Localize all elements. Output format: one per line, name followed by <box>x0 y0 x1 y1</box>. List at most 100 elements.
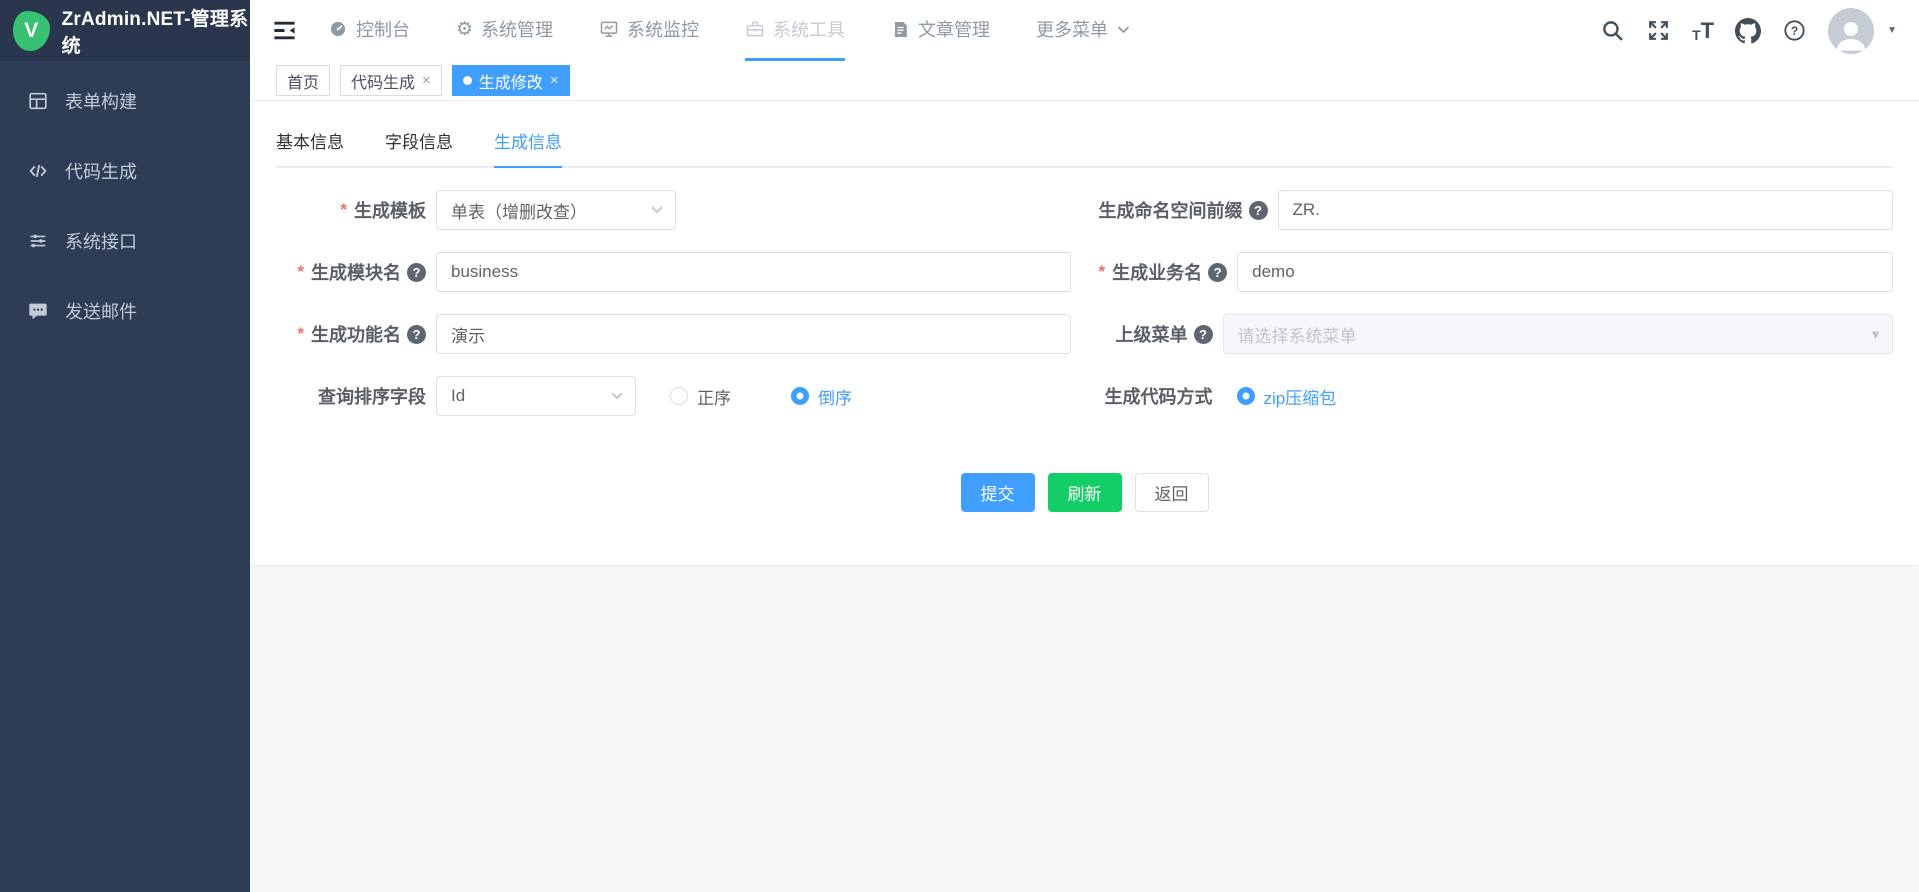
monitor-icon <box>599 19 619 39</box>
sort-field-select[interactable]: Id <box>436 376 636 416</box>
submit-button[interactable]: 提交 <box>961 473 1035 512</box>
back-button[interactable]: 返回 <box>1135 473 1209 512</box>
business-input[interactable] <box>1237 252 1893 292</box>
top-menu-dashboard[interactable]: 控制台 <box>328 0 410 61</box>
sidebar-item-label: 系统接口 <box>65 228 137 254</box>
user-icon <box>1831 14 1871 54</box>
form-item-function: * 生成功能名 ? <box>276 314 1071 354</box>
top-menu-system[interactable]: ⚙ 系统管理 <box>456 0 553 61</box>
form-item-module: * 生成模块名 ? <box>276 252 1071 292</box>
top-menu-monitor[interactable]: 系统监控 <box>599 0 699 61</box>
tag-home[interactable]: 首页 <box>276 65 330 96</box>
radio-circle-icon <box>791 387 809 405</box>
navbar-right-tools: TT ? ▼ <box>1600 0 1919 61</box>
field-label: 上级菜单 ? <box>1099 321 1223 347</box>
top-menu-label: 系统管理 <box>481 16 553 42</box>
app-logo-icon: V <box>13 11 50 51</box>
help-circle-icon[interactable]: ? <box>1208 263 1227 282</box>
content-area: 基本信息 字段信息 生成信息 * 生成模板 单表（增删改查） <box>250 101 1919 892</box>
chevron-down-icon <box>609 388 625 404</box>
top-menu-tools[interactable]: 系统工具 <box>745 0 845 61</box>
dashboard-icon <box>328 19 348 39</box>
app-root: V ZrAdmin.NET-管理系统 表单构建 代码生成 <box>0 0 1919 892</box>
gen-tabs: 基本信息 字段信息 生成信息 <box>276 128 1893 168</box>
sidebar: V ZrAdmin.NET-管理系统 表单构建 代码生成 <box>0 0 250 892</box>
svg-text:?: ? <box>1791 24 1798 38</box>
zip-radio[interactable]: zip压缩包 <box>1237 384 1337 409</box>
close-icon[interactable]: × <box>422 73 431 88</box>
form-buttons: 提交 刷新 返回 <box>276 473 1893 512</box>
chevron-down-icon <box>649 202 665 218</box>
namespace-input[interactable] <box>1278 190 1894 230</box>
top-menu-label: 更多菜单 <box>1036 16 1108 42</box>
top-menu-label: 文章管理 <box>918 16 990 42</box>
active-dot-icon <box>463 76 472 85</box>
tag-label: 生成修改 <box>479 69 543 93</box>
module-input[interactable] <box>436 252 1071 292</box>
tags-view-bar: 首页 代码生成 × 生成修改 × <box>250 61 1919 101</box>
tag-label: 代码生成 <box>351 69 415 93</box>
form-item-namespace: 生成命名空间前缀 ? <box>1099 190 1894 230</box>
api-icon <box>27 230 49 252</box>
caret-down-icon[interactable]: ▼ <box>1887 25 1897 36</box>
logo-bar[interactable]: V ZrAdmin.NET-管理系统 <box>0 0 250 61</box>
tab-gen-info[interactable]: 生成信息 <box>494 128 562 168</box>
refresh-button[interactable]: 刷新 <box>1048 473 1122 512</box>
sidebar-item-label: 发送邮件 <box>65 298 137 324</box>
code-icon <box>27 160 49 182</box>
help-circle-icon[interactable]: ? <box>407 263 426 282</box>
main-area: 控制台 ⚙ 系统管理 系统监控 <box>250 0 1919 892</box>
tag-code-gen[interactable]: 代码生成 × <box>340 65 442 96</box>
sidebar-collapse-icon[interactable] <box>266 0 302 61</box>
form-builder-icon <box>27 90 49 112</box>
top-menu-articles[interactable]: 文章管理 <box>891 0 990 61</box>
sidebar-item-label: 表单构建 <box>65 88 137 114</box>
field-label: 查询排序字段 <box>276 383 436 409</box>
tab-field-info[interactable]: 字段信息 <box>385 128 453 166</box>
fullscreen-icon[interactable] <box>1646 18 1671 43</box>
toolbox-icon <box>745 19 765 39</box>
field-label: * 生成模块名 ? <box>276 259 436 285</box>
radio-label: 倒序 <box>818 384 852 409</box>
top-menu-more[interactable]: 更多菜单 <box>1036 0 1131 61</box>
sidebar-item-api[interactable]: 系统接口 <box>0 206 250 276</box>
top-navbar: 控制台 ⚙ 系统管理 系统监控 <box>250 0 1919 61</box>
github-icon[interactable] <box>1735 18 1761 44</box>
gen-edit-panel: 基本信息 字段信息 生成信息 * 生成模板 单表（增删改查） <box>250 101 1919 565</box>
close-icon[interactable]: × <box>550 73 559 88</box>
tab-basic-info[interactable]: 基本信息 <box>276 128 344 166</box>
template-select-value: 单表（增删改查） <box>451 198 587 223</box>
field-label: * 生成业务名 ? <box>1099 259 1238 285</box>
parent-menu-select[interactable]: 请选择系统菜单 ▼ <box>1223 314 1894 354</box>
radio-label: 正序 <box>697 384 731 409</box>
sort-desc-radio[interactable]: 倒序 <box>791 384 852 409</box>
top-menu-label: 控制台 <box>356 16 410 42</box>
sidebar-item-send-mail[interactable]: 发送邮件 <box>0 276 250 346</box>
form-item-template: * 生成模板 单表（增删改查） <box>276 190 1071 230</box>
form-item-code-method: 生成代码方式 zip压缩包 <box>1099 376 1894 416</box>
help-circle-icon[interactable]: ? <box>1194 325 1213 344</box>
required-asterisk: * <box>297 324 304 344</box>
field-label: * 生成模板 <box>276 197 436 223</box>
template-select[interactable]: 单表（增删改查） <box>436 190 676 230</box>
avatar[interactable] <box>1828 8 1874 54</box>
help-icon[interactable]: ? <box>1782 18 1807 43</box>
gen-info-form: * 生成模板 单表（增删改查） 生成命名空间前缀 ? <box>276 190 1893 416</box>
form-item-parent-menu: 上级菜单 ? 请选择系统菜单 ▼ <box>1099 314 1894 354</box>
top-menu-label: 系统监控 <box>627 16 699 42</box>
parent-menu-placeholder: 请选择系统菜单 <box>1238 322 1357 347</box>
sort-field-value: Id <box>451 386 465 406</box>
field-label: 生成命名空间前缀 ? <box>1099 197 1278 223</box>
sidebar-item-form-builder[interactable]: 表单构建 <box>0 66 250 136</box>
font-size-icon[interactable]: TT <box>1692 20 1714 42</box>
help-circle-icon[interactable]: ? <box>407 325 426 344</box>
sort-asc-radio[interactable]: 正序 <box>670 384 731 409</box>
sidebar-item-code-gen[interactable]: 代码生成 <box>0 136 250 206</box>
function-input[interactable] <box>436 314 1071 354</box>
chevron-down-icon <box>1116 22 1131 37</box>
tag-label: 首页 <box>287 69 319 93</box>
form-item-sort: 查询排序字段 Id 正序 倒序 <box>276 376 1071 416</box>
tag-gen-edit[interactable]: 生成修改 × <box>452 65 570 96</box>
search-icon[interactable] <box>1600 18 1625 43</box>
help-circle-icon[interactable]: ? <box>1249 201 1268 220</box>
